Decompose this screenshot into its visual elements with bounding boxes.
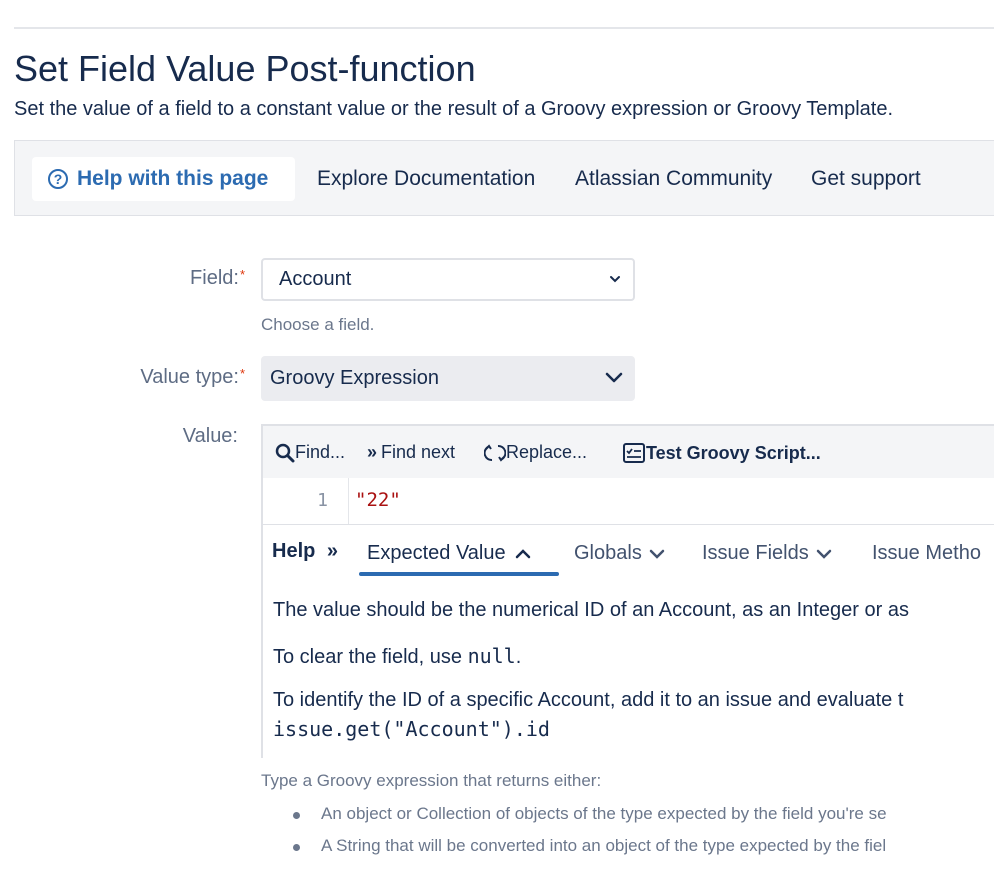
refresh-icon (484, 443, 506, 462)
help-line: To clear the field, use null. (273, 644, 521, 669)
help-toggle[interactable]: Help » (272, 540, 338, 563)
tab-globals[interactable]: Globals (574, 542, 666, 565)
help-text: . (515, 646, 522, 668)
find-button[interactable]: Find... (275, 442, 345, 463)
tab-label: Issue Fields (702, 542, 809, 564)
find-label: Find... (295, 442, 346, 462)
list-item-text: An object or Collection of objects of th… (321, 804, 887, 823)
field-label-text: Field: (190, 267, 239, 289)
required-marker: * (239, 267, 245, 282)
tab-label: Issue Metho (872, 542, 981, 564)
code-editor[interactable]: 1 "22" (263, 478, 994, 525)
checklist-icon (623, 443, 645, 463)
chevron-down-icon (649, 549, 665, 559)
editor-toolbar: Find... » Find next Replace... Test Groo… (263, 426, 994, 479)
bullet-icon (293, 844, 300, 851)
field-select[interactable]: Account (261, 258, 635, 301)
code-line[interactable]: "22" (355, 489, 401, 511)
required-marker: * (239, 366, 245, 381)
value-description: Type a Groovy expression that returns ei… (261, 771, 602, 790)
line-gutter: 1 (263, 478, 349, 524)
replace-label: Replace... (506, 442, 588, 462)
active-tab-indicator (359, 572, 559, 576)
help-content: The value should be the numerical ID of … (263, 581, 994, 758)
value-type-label-text: Value type: (140, 366, 239, 388)
help-line: To identify the ID of a specific Account… (273, 689, 904, 711)
list-item-text: A String that will be converted into an … (321, 836, 887, 855)
tab-label: Expected Value (367, 542, 506, 564)
help-with-page-button[interactable]: ? Help with this page (32, 157, 295, 201)
field-label: Field:* (190, 267, 245, 290)
top-divider (14, 27, 994, 29)
value-type-select-value: Groovy Expression (270, 367, 439, 389)
help-toggle-label: Help (272, 540, 316, 562)
question-circle-icon: ? (48, 169, 68, 189)
explore-documentation-link[interactable]: Explore Documentation (317, 167, 535, 191)
find-next-button[interactable]: » Find next (367, 442, 455, 463)
help-line: The value should be the numerical ID of … (273, 599, 909, 621)
bullet-icon (293, 812, 300, 819)
code-snippet: null (467, 644, 516, 668)
replace-button[interactable]: Replace... (484, 442, 587, 463)
test-groovy-script-button[interactable]: Test Groovy Script... (622, 442, 821, 464)
line-number: 1 (317, 490, 328, 511)
double-chevron-right-icon: » (367, 442, 378, 462)
help-with-page-label: Help with this page (77, 167, 269, 190)
value-label: Value: (182, 425, 238, 447)
chevron-down-icon (816, 549, 831, 559)
page-description: Set the value of a field to a constant v… (14, 98, 893, 120)
get-support-link[interactable]: Get support (811, 167, 921, 191)
code-snippet: issue.get("Account").id (273, 717, 550, 741)
help-text: To clear the field, use (273, 646, 468, 668)
chevron-down-icon (610, 276, 620, 283)
value-type-label: Value type:* (140, 366, 245, 389)
search-icon (275, 443, 295, 462)
atlassian-community-link[interactable]: Atlassian Community (575, 167, 772, 191)
chevron-up-icon (515, 548, 530, 558)
test-groovy-script-label: Test Groovy Script... (646, 442, 821, 463)
tab-label: Globals (574, 542, 642, 564)
field-select-value: Account (279, 268, 352, 290)
chevron-down-icon (605, 372, 623, 383)
tab-issue-methods[interactable]: Issue Metho (872, 542, 981, 565)
help-bar: ? Help with this page Explore Documentat… (14, 140, 994, 216)
groovy-editor: Find... » Find next Replace... Test Groo… (261, 424, 994, 758)
tab-expected-value[interactable]: Expected Value (367, 542, 532, 565)
find-next-label: Find next (381, 442, 456, 462)
page: Set Field Value Post-function Set the va… (0, 0, 994, 892)
value-type-select[interactable]: Groovy Expression (261, 356, 635, 401)
page-title: Set Field Value Post-function (14, 48, 476, 89)
tab-issue-fields[interactable]: Issue Fields (702, 542, 833, 565)
double-chevron-right-icon: » (326, 540, 339, 562)
field-hint: Choose a field. (261, 315, 375, 334)
